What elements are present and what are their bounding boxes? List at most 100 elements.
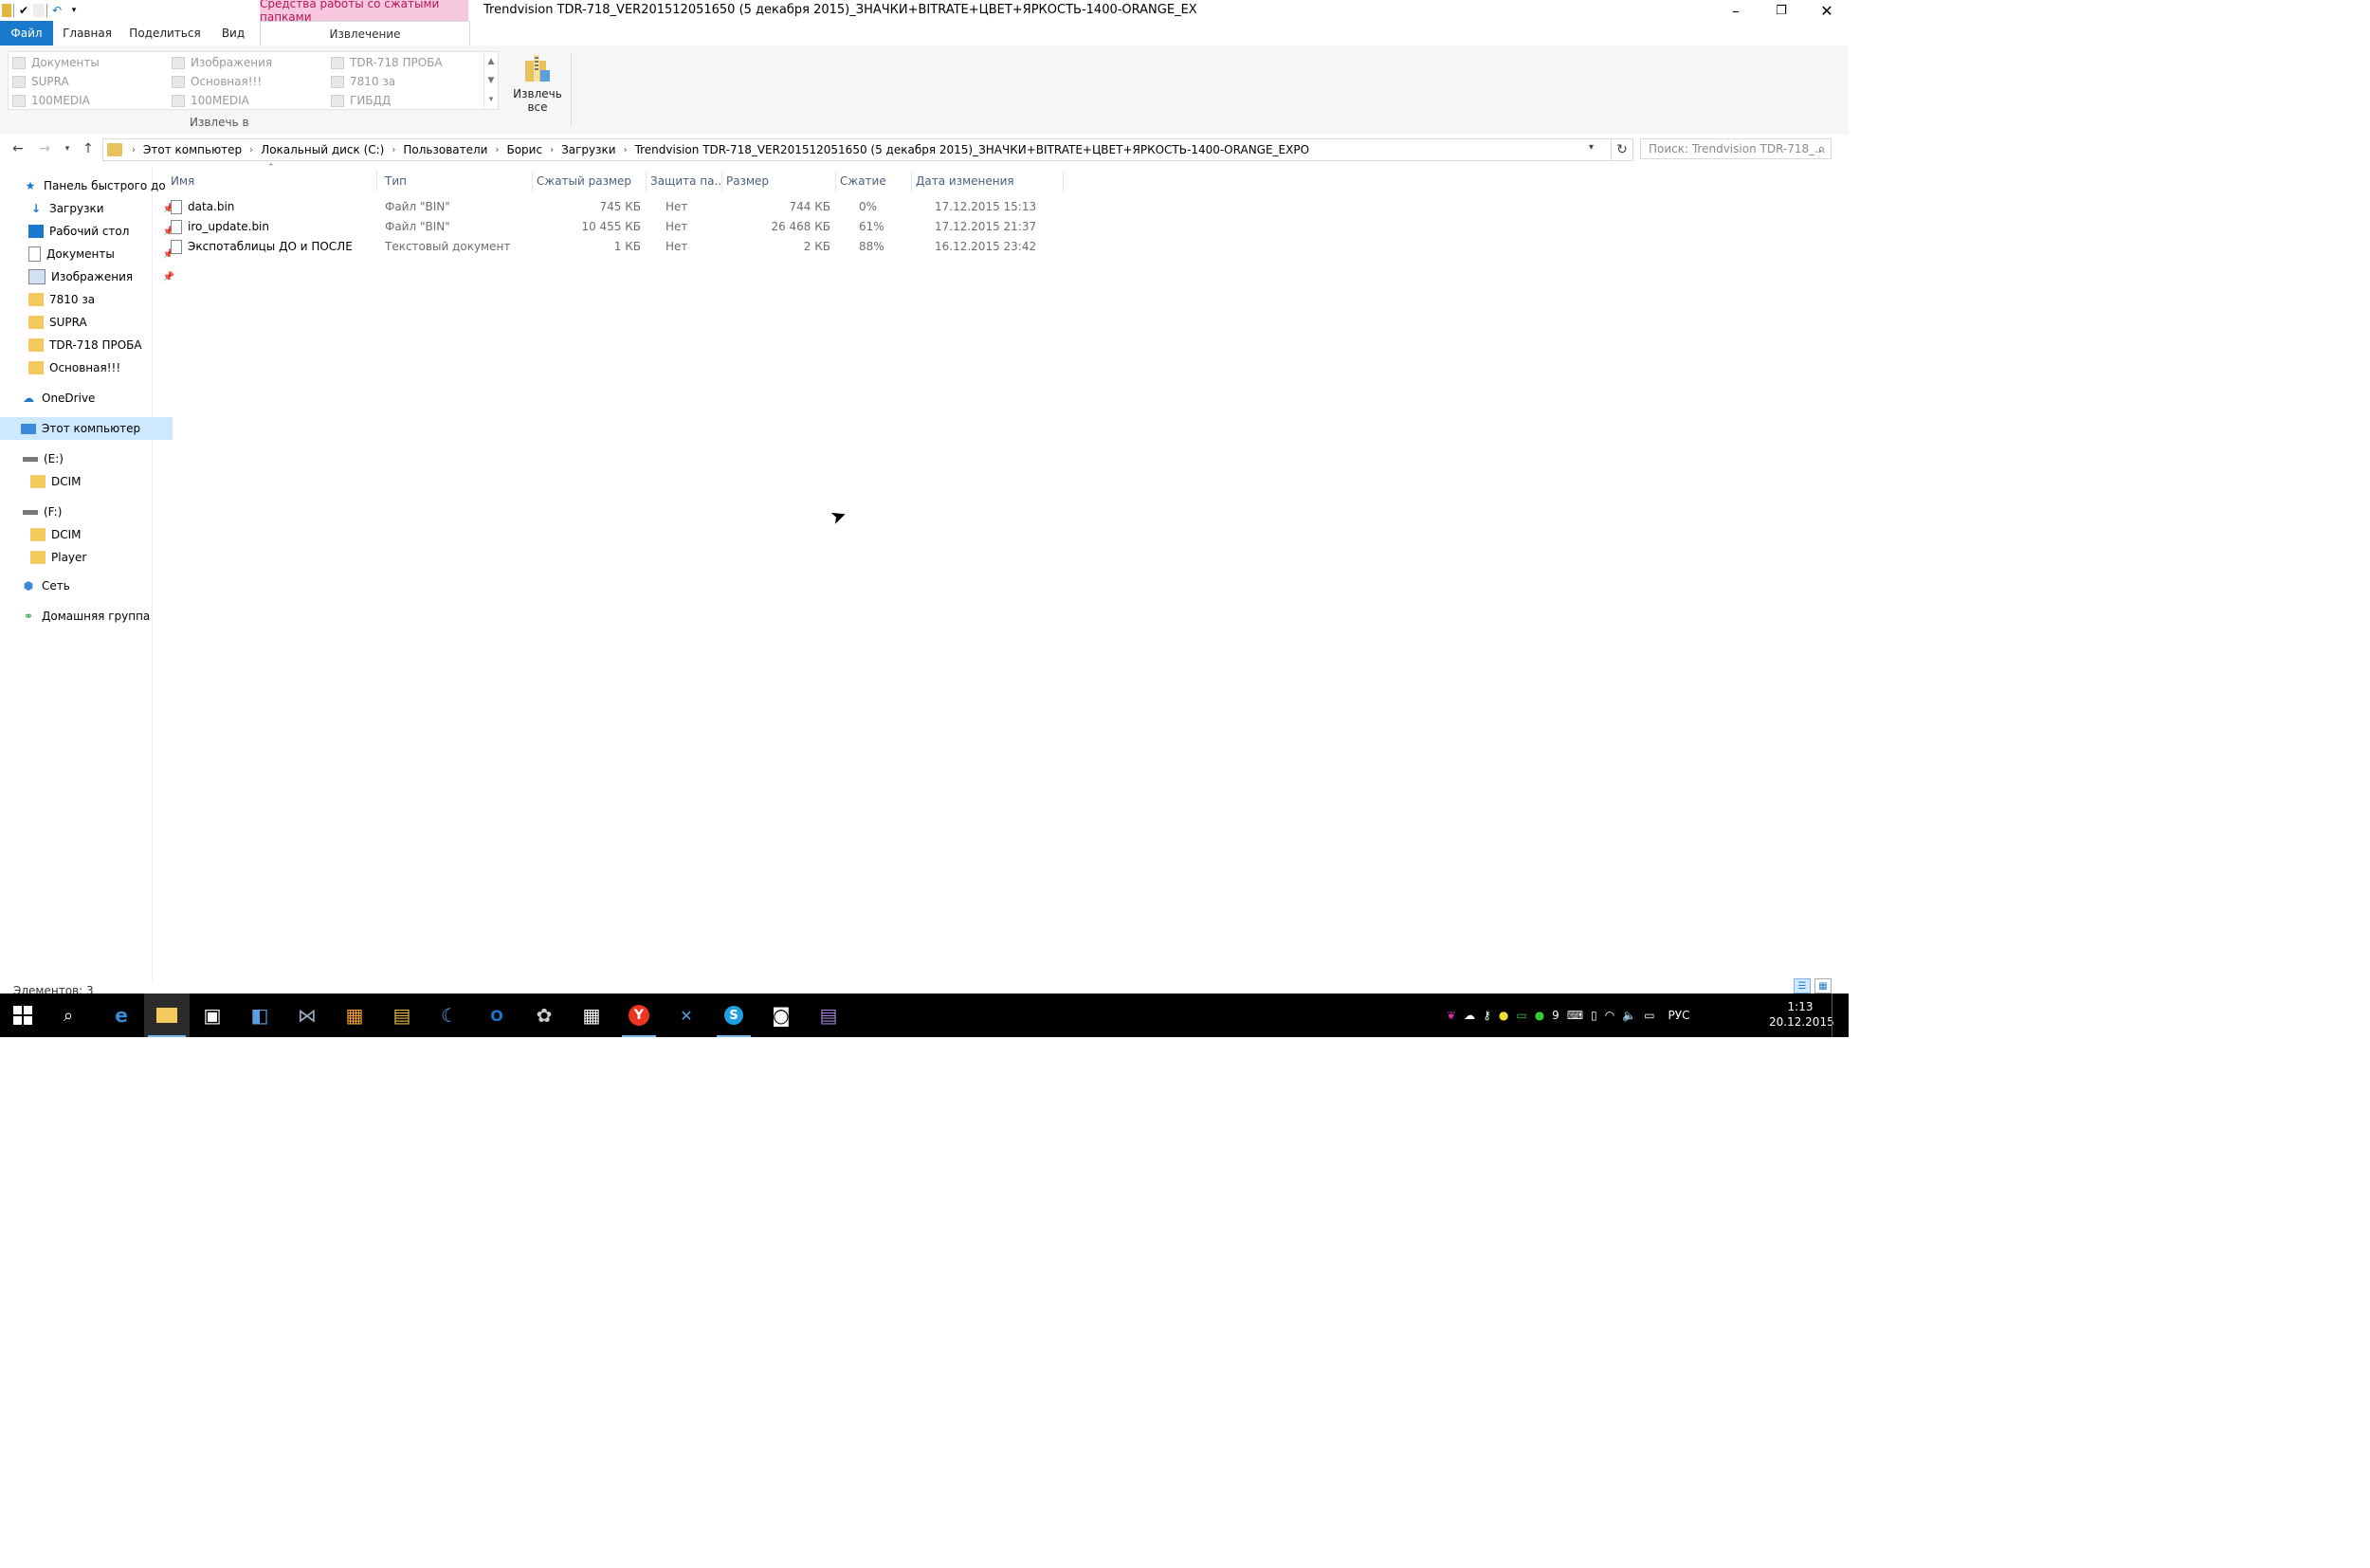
search-input[interactable]: Поиск: Trendvision TDR-718_... ⌕ [1640, 138, 1832, 159]
tray-power-icon[interactable]: ▯ [1591, 1009, 1597, 1022]
gallery-item[interactable]: 100MEDIA [172, 92, 329, 109]
nav-item-folder[interactable]: DCIM [0, 470, 182, 493]
gallery-item[interactable]: ГИБДД [331, 92, 488, 109]
nav-item-folder[interactable]: SUPRA [0, 311, 180, 334]
gallery-item[interactable]: Изображения [172, 54, 329, 71]
nav-item-documents[interactable]: Документы 📌 [0, 243, 180, 265]
new-folder-icon[interactable] [33, 4, 45, 17]
paint-icon[interactable]: ▦ [332, 994, 377, 1037]
minimize-button[interactable]: – [1714, 0, 1758, 21]
calculator-icon[interactable]: ▦ [569, 994, 614, 1037]
chevron-right-icon[interactable]: › [128, 145, 139, 155]
breadcrumb-boris[interactable]: Борис [502, 143, 546, 156]
up-button[interactable]: ↑ [78, 139, 99, 158]
scroll-up-icon[interactable]: ▲ [488, 57, 495, 66]
gallery-item[interactable]: SUPRA [12, 73, 170, 90]
nav-homegroup[interactable]: ⚭ Домашняя группа [0, 605, 173, 628]
camera-icon[interactable]: ◙ [758, 994, 804, 1037]
tab-home[interactable]: Главная [59, 21, 116, 46]
media-player-icon[interactable]: ▤ [806, 994, 851, 1037]
qat-dropdown-icon[interactable]: ▾ [66, 3, 82, 18]
edge-icon[interactable]: e [99, 994, 144, 1037]
nav-drive-e[interactable]: (E:) [0, 447, 174, 470]
file-explorer-icon[interactable] [144, 994, 190, 1037]
chevron-right-icon[interactable]: › [246, 145, 257, 155]
tray-cloud-icon[interactable]: ☁ [1464, 1009, 1475, 1022]
show-desktop-button[interactable] [1832, 994, 1850, 1037]
file-row[interactable]: iro_update.bin Файл "BIN" 10 455 КБ Нет … [167, 217, 1096, 236]
nav-item-folder[interactable]: Player [0, 546, 182, 569]
tray-app-icon[interactable]: ● [1535, 1009, 1544, 1022]
language-indicator[interactable]: РУС [1668, 1009, 1690, 1022]
column-header-date[interactable]: Дата изменения [912, 171, 1064, 191]
undo-icon[interactable]: ↶ [49, 3, 64, 18]
nav-this-pc[interactable]: Этот компьютер [0, 417, 173, 440]
gallery-expand-icon[interactable]: ▾ [489, 95, 494, 104]
tab-extract[interactable]: Извлечение [260, 21, 470, 46]
tray-app-icon[interactable]: ● [1499, 1009, 1508, 1022]
tray-app-icon[interactable]: ❦ [1447, 1009, 1456, 1022]
tray-keyboard-icon[interactable]: ⌨ [1567, 1009, 1583, 1022]
address-dropdown-icon[interactable]: ▾ [1589, 142, 1594, 153]
tab-share[interactable]: Поделиться [129, 21, 201, 46]
breadcrumb-drive-c[interactable]: Локальный диск (C:) [257, 143, 388, 156]
gallery-item[interactable]: TDR-718 ПРОБА [331, 54, 488, 71]
gallery-item[interactable]: 100MEDIA [12, 92, 170, 109]
properties-icon[interactable]: ✔ [16, 3, 31, 18]
tray-number[interactable]: 9 [1552, 1009, 1559, 1022]
gallery-item[interactable]: Основная!!! [172, 73, 329, 90]
refresh-button[interactable]: ↻ [1612, 138, 1633, 161]
nav-onedrive[interactable]: ☁ OneDrive [0, 387, 173, 410]
large-icons-view-icon[interactable]: ▦ [1814, 978, 1832, 994]
wifi-icon[interactable]: ◠ [1605, 1009, 1614, 1022]
start-button[interactable] [0, 994, 46, 1037]
chevron-right-icon[interactable]: › [546, 145, 557, 155]
archive-app-icon[interactable]: ▤ [379, 994, 425, 1037]
search-taskbar-icon[interactable]: ⌕ [46, 994, 91, 1037]
column-header-packed-size[interactable]: Сжатый размер [533, 171, 647, 191]
forward-button[interactable]: → [34, 139, 55, 158]
nav-item-pictures[interactable]: Изображения 📌 [0, 265, 180, 288]
column-header-type[interactable]: Тип [381, 171, 533, 191]
chevron-right-icon[interactable]: › [620, 145, 631, 155]
breadcrumb-users[interactable]: Пользователи [399, 143, 491, 156]
tab-file[interactable]: Файл [0, 21, 53, 46]
nav-item-folder[interactable]: DCIM [0, 523, 182, 546]
recent-locations-button[interactable]: ▾ [57, 139, 78, 158]
nav-drive-f[interactable]: (F:) [0, 501, 174, 523]
tray-battery-icon[interactable]: ▭ [1516, 1009, 1526, 1022]
column-header-name[interactable]: Имя [167, 171, 377, 191]
column-header-size[interactable]: Размер [722, 171, 836, 191]
skype-icon[interactable]: S [711, 994, 757, 1037]
nav-item-downloads[interactable]: ↓ Загрузки 📌 [0, 197, 180, 220]
nav-quick-access[interactable]: ★ Панель быстрого до [0, 174, 174, 197]
chevron-right-icon[interactable]: › [491, 145, 502, 155]
action-center-icon[interactable]: ▭ [1644, 1009, 1654, 1022]
column-header-protected[interactable]: Защита па... [647, 171, 722, 191]
nav-network[interactable]: ⬢ Сеть [0, 574, 173, 597]
address-bar[interactable]: › Этот компьютер › Локальный диск (C:) ›… [102, 138, 1612, 161]
nav-item-desktop[interactable]: Рабочий стол 📌 [0, 220, 180, 243]
nav-item-folder[interactable]: 7810 за [0, 288, 180, 311]
gallery-item[interactable]: Документы [12, 54, 170, 71]
extract-all-button[interactable]: Извлечь все [510, 51, 565, 127]
nav-item-folder[interactable]: TDR-718 ПРОБА [0, 334, 180, 356]
pin-icon[interactable]: 📌 [163, 272, 174, 283]
torrent-icon[interactable]: ☾ [427, 994, 472, 1037]
scroll-down-icon[interactable]: ▼ [488, 76, 495, 85]
utility-app-icon[interactable]: ✿ [521, 994, 567, 1037]
tab-view[interactable]: Вид [214, 21, 252, 46]
file-row[interactable]: Экспотаблицы ДО и ПОСЛЕ Текстовый докуме… [167, 237, 1096, 256]
details-view-icon[interactable]: ☰ [1794, 978, 1811, 994]
clock[interactable]: 1:13 20.12.2015 [1769, 999, 1834, 1030]
chevron-right-icon[interactable]: › [388, 145, 399, 155]
gallery-scroll[interactable]: ▲ ▼ ▾ [483, 52, 498, 109]
store-icon[interactable]: ▣ [190, 994, 235, 1037]
gallery-item[interactable]: 7810 за [331, 73, 488, 90]
volume-icon[interactable]: 🔈 [1622, 1009, 1636, 1022]
media-app-icon[interactable]: ◧ [237, 994, 283, 1037]
breadcrumb-downloads[interactable]: Загрузки [557, 143, 620, 156]
remote-tool-icon[interactable]: ✕ [664, 994, 709, 1037]
restore-button[interactable]: ❐ [1759, 0, 1803, 21]
visual-studio-icon[interactable]: ⋈ [284, 994, 330, 1037]
